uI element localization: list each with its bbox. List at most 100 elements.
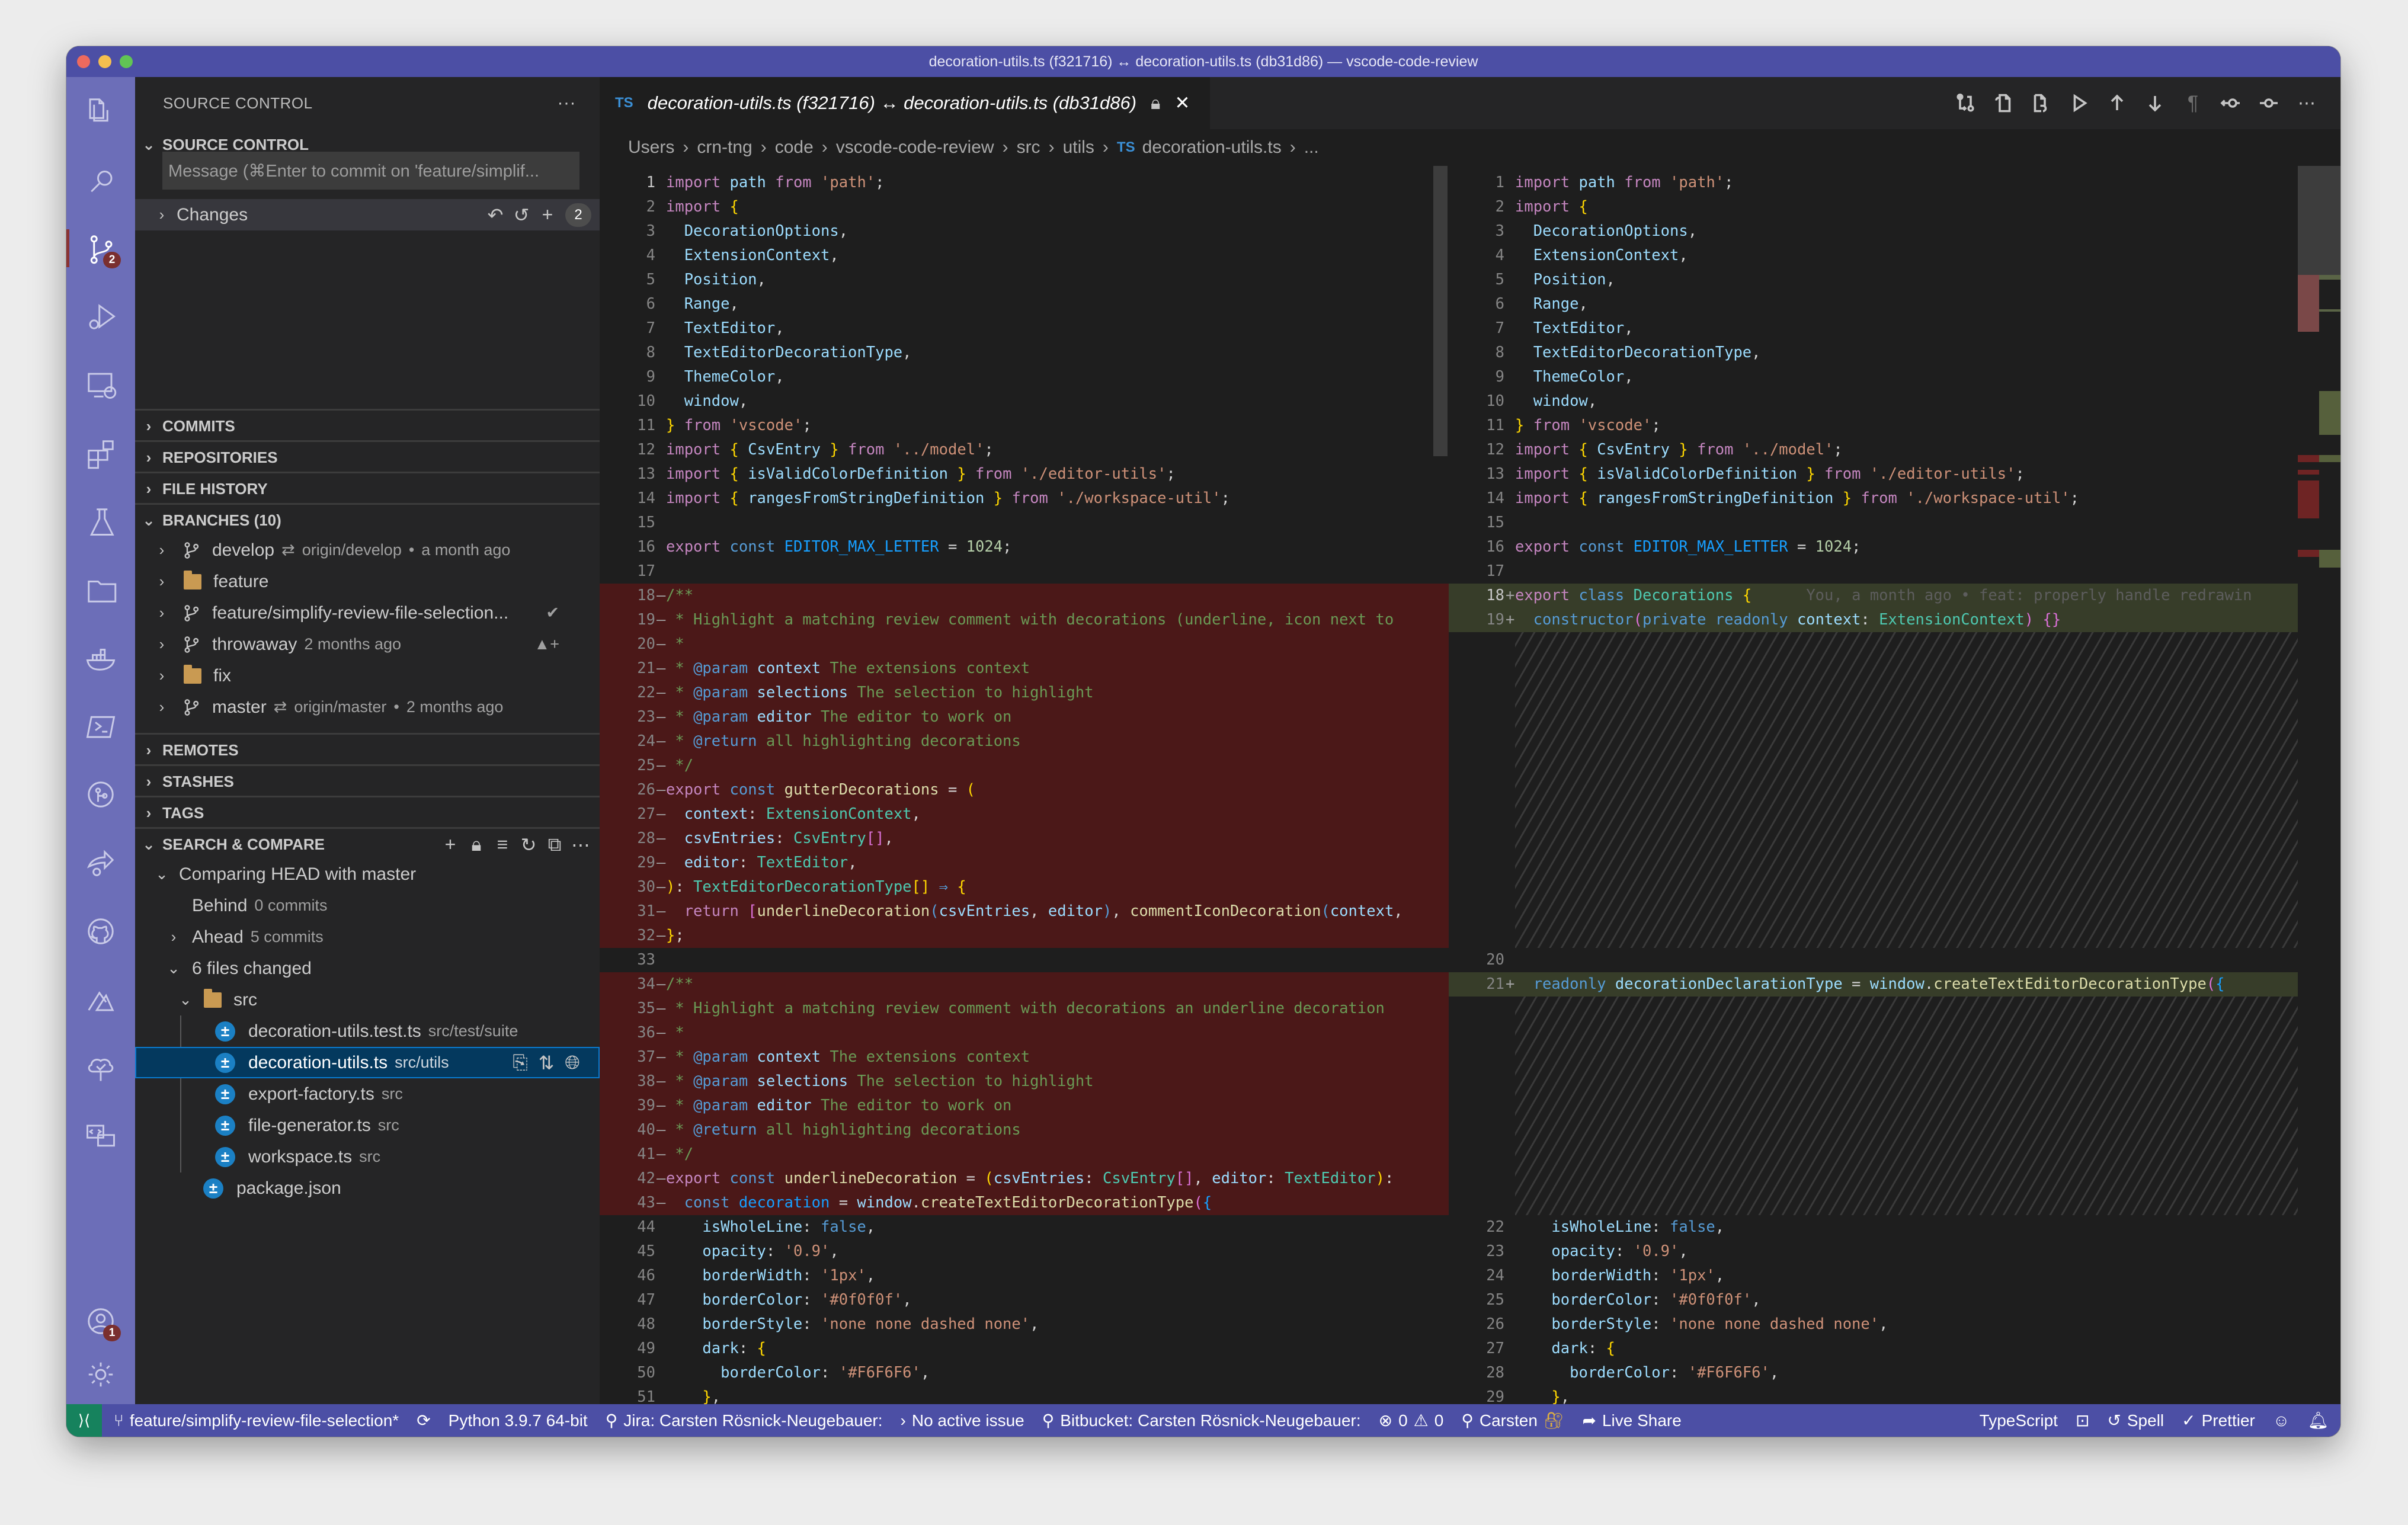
deleted-code-line[interactable]: 30—): TextEditorDecorationType[] ⇒ { (600, 875, 1449, 899)
inserted-code-line[interactable]: 18 + export class Decorations { You, a mon… (1449, 584, 2340, 608)
github-icon[interactable] (66, 908, 135, 955)
deleted-code-line[interactable]: 42— export const underlineDecoration = (c… (600, 1167, 1449, 1191)
ahead-node[interactable]: › Ahead 5 commits (135, 921, 600, 953)
repositories-section-header[interactable]: › REPOSITORIES (135, 440, 600, 473)
search-compare-section-header[interactable]: ⌄ SEARCH & COMPARE + 🔒︎ ≡ ↻ ⧉ ⋯ (135, 827, 600, 860)
bitbucket-status-item[interactable]: ⚲ Bitbucket: Carsten Rösnick-Neugebauer: (1042, 1411, 1361, 1430)
compare-file-item[interactable]: ± workspace.ts src (135, 1141, 600, 1172)
branch-item[interactable]: › feature (135, 566, 600, 597)
close-window-button[interactable] (77, 55, 90, 68)
undo-icon[interactable]: ↺ (508, 204, 534, 226)
open-file-icon[interactable] (1987, 87, 2019, 119)
breadcrumb-item[interactable]: code (775, 137, 814, 158)
tree-check-icon[interactable] (66, 1044, 135, 1091)
code-line[interactable]: 16 export const EDITOR_MAX_LETTER = 1024; (600, 535, 1449, 559)
show-whitespace-icon[interactable]: ¶ (2177, 87, 2209, 119)
deleted-code-line[interactable]: 43— const decoration = window.createText… (600, 1191, 1449, 1215)
source-control-icon[interactable]: 2 (66, 225, 135, 272)
collapse-all-icon[interactable]: ⧉ (542, 834, 568, 856)
zoom-window-button[interactable] (120, 55, 133, 68)
discard-all-icon[interactable]: ↶ (482, 204, 508, 226)
code-line[interactable]: 50 borderColor: '#F6F6F6', (600, 1361, 1449, 1385)
code-line[interactable]: 13 import { isValidColorDefinition } from… (600, 462, 1449, 486)
code-line[interactable]: 13 import { isValidColorDefinition } from… (1449, 462, 2340, 486)
testing-icon[interactable] (66, 498, 135, 545)
terminal-icon[interactable] (66, 703, 135, 750)
diff-original-pane[interactable]: 1 import path from 'path'; 2 import {3 Deco… (600, 166, 1449, 1404)
code-line[interactable]: 16 export const EDITOR_MAX_LETTER = 1024; (1449, 535, 2340, 559)
code-line[interactable]: 14 import { rangesFromStringDefinition } … (600, 486, 1449, 511)
problems-status-item[interactable]: ⊗ 0 ⚠ 0 (1379, 1411, 1444, 1430)
deleted-code-line[interactable]: 31— return [underlineDecoration(csvEntri… (600, 899, 1449, 924)
deleted-code-line[interactable]: 38— * @param selections The selection to… (600, 1069, 1449, 1094)
code-line[interactable]: 23 opacity: '0.9', (1449, 1239, 2340, 1264)
changes-group[interactable]: › Changes ↶ ↺ + 2 (135, 199, 600, 230)
code-line[interactable]: 22 isWholeLine: false, (1449, 1215, 2340, 1239)
deleted-code-line[interactable]: 23— * @param editor The editor to work o… (600, 705, 1449, 729)
code-line[interactable]: 47 borderColor: '#0f0f0f', (600, 1288, 1449, 1312)
atlassian-icon[interactable] (66, 976, 135, 1023)
previous-change-icon[interactable] (2101, 87, 2133, 119)
stage-all-icon[interactable]: + (534, 204, 561, 226)
live-share-icon[interactable] (66, 839, 135, 886)
branch-item[interactable]: › throwaway 2 months ago ▲+ (135, 629, 600, 660)
deleted-code-line[interactable]: 28— csvEntries: CsvEntry[], (600, 826, 1449, 851)
code-line[interactable]: 10 window, (600, 389, 1449, 414)
accounts-icon[interactable]: 1 (66, 1297, 135, 1345)
breadcrumb-item[interactable]: decoration-utils.ts (1142, 137, 1282, 158)
tab-diff-decoration-utils[interactable]: TS decoration-utils.ts (f321716) ↔ decor… (600, 77, 1210, 129)
code-line[interactable]: 6 Range, (600, 292, 1449, 316)
file-node[interactable]: ± package.json (135, 1172, 600, 1204)
code-line[interactable]: 14 import { rangesFromStringDefinition } … (1449, 486, 2340, 511)
deleted-code-line[interactable]: 37— * @param context The extensions cont… (600, 1045, 1449, 1069)
next-revision-icon[interactable] (2253, 87, 2285, 119)
code-line[interactable]: 49 dark: { (600, 1337, 1449, 1361)
clear-list-icon[interactable]: ≡ (489, 834, 515, 856)
deleted-code-line[interactable]: 35— * Highlight a matching review commen… (600, 997, 1449, 1021)
run-debug-icon[interactable] (66, 293, 135, 340)
code-line[interactable]: 11} from 'vscode'; (600, 414, 1449, 438)
commit-message-input[interactable]: Message (⌘Enter to commit on 'feature/si… (162, 152, 579, 190)
python-interpreter[interactable]: Python 3.9.7 64-bit (449, 1411, 588, 1430)
deleted-code-line[interactable]: 27— context: ExtensionContext, (600, 802, 1449, 826)
breadcrumb-item[interactable]: crn-tng (697, 137, 752, 158)
deleted-code-line[interactable]: 39— * @param editor The editor to work o… (600, 1094, 1449, 1118)
deleted-code-line[interactable]: 25— */ (600, 754, 1449, 778)
breadcrumb-item[interactable]: src (1017, 137, 1040, 158)
code-line[interactable]: 27 dark: { (1449, 1337, 2340, 1361)
deleted-code-line[interactable]: 22— * @param selections The selection to… (600, 681, 1449, 705)
branch-status-item[interactable]: ⑂ feature/simplify-review-file-selection… (114, 1411, 399, 1430)
code-line[interactable]: 6 Range, (1449, 292, 2340, 316)
code-line[interactable]: 44 isWholeLine: false, (600, 1215, 1449, 1239)
code-line[interactable]: 5 Position, (600, 268, 1449, 292)
extensions-icon[interactable] (66, 430, 135, 477)
more-actions-icon[interactable]: ⋯ (568, 834, 594, 856)
code-line[interactable]: 10 window, (1449, 389, 2340, 414)
code-line[interactable]: 8 TextEditorDecorationType, (600, 341, 1449, 365)
run-icon[interactable] (2063, 87, 2095, 119)
code-line[interactable]: 28 borderColor: '#F6F6F6', (1449, 1361, 2340, 1385)
docker-icon[interactable] (66, 634, 135, 681)
open-on-remote-icon[interactable]: 🌐︎ (559, 1052, 585, 1074)
code-line[interactable]: 3 DecorationOptions, (1449, 219, 2340, 244)
code-line[interactable]: 11} from 'vscode'; (1449, 414, 2340, 438)
notifications-icon[interactable]: 🔔︎ (2307, 1411, 2329, 1430)
commits-section-header[interactable]: › COMMITS (135, 409, 600, 442)
breadcrumb-item[interactable]: Users (628, 137, 674, 158)
code-line[interactable]: 4 ExtensionContext, (1449, 244, 2340, 268)
code-line[interactable]: 9 ThemeColor, (600, 365, 1449, 389)
user-status-item[interactable]: ⚲ Carsten 🔐︎ (1461, 1411, 1564, 1430)
code-line[interactable]: 5 Position, (1449, 268, 2340, 292)
behind-node[interactable]: Behind 0 commits (135, 890, 600, 921)
more-actions-icon[interactable]: ··· (558, 93, 576, 113)
code-line[interactable]: 17 (600, 559, 1449, 584)
deleted-code-line[interactable]: 24— * @return all highlighting decoratio… (600, 729, 1449, 754)
lock-icon[interactable]: 🔒︎ (463, 834, 489, 856)
code-line[interactable]: 20 (1449, 948, 2340, 972)
tags-section-header[interactable]: › TAGS (135, 796, 600, 829)
open-changes-icon[interactable]: ⇅ (533, 1052, 559, 1074)
code-line[interactable]: 46 borderWidth: '1px', (600, 1264, 1449, 1288)
deleted-code-line[interactable]: 40— * @return all highlighting decoratio… (600, 1118, 1449, 1142)
code-line[interactable]: 17 (1449, 559, 2340, 584)
code-line[interactable]: 3 DecorationOptions, (600, 219, 1449, 244)
